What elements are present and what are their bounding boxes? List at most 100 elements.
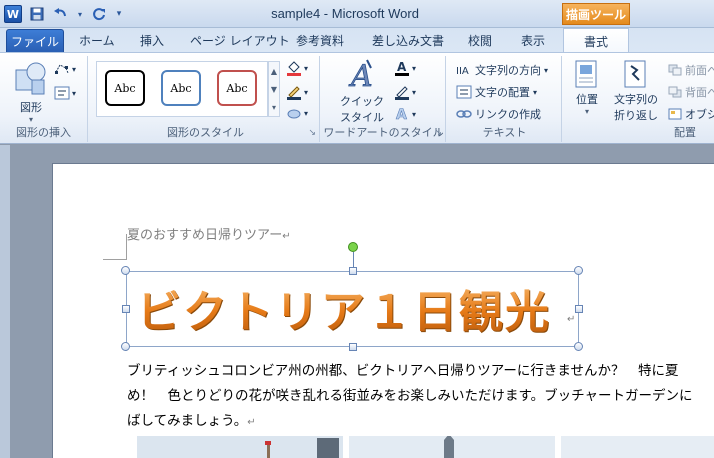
send-backward-button[interactable]: 背面へ	[668, 84, 714, 100]
text-direction-button[interactable]: IIA 文字列の方向 ▾	[456, 62, 548, 78]
text-effects-icon: A	[396, 107, 408, 122]
wrap-text-icon	[624, 60, 646, 88]
tab-view[interactable]: 表示	[521, 32, 545, 49]
shape-fill-dropdown-icon: ▾	[304, 63, 309, 73]
resize-handle-bottom-left[interactable]	[121, 342, 130, 351]
margin-crop-mark	[103, 234, 127, 260]
create-link-button[interactable]: リンクの作成	[456, 106, 541, 122]
rotation-handle[interactable]	[348, 242, 358, 252]
shape-effects-dropdown-icon: ▾	[304, 108, 309, 118]
text-fill-button[interactable]: A ▾	[394, 60, 416, 76]
photo-1[interactable]	[137, 436, 343, 458]
align-text-label: 文字の配置	[475, 86, 530, 99]
edit-shape-dropdown-icon: ▾	[72, 64, 77, 74]
edit-points-icon	[55, 64, 69, 74]
shape-styles-group-label: 図形のスタイル	[167, 126, 244, 139]
quick-styles-label-2: スタイル	[340, 111, 384, 124]
gallery-scroll-down-icon[interactable]: ▼	[271, 85, 277, 94]
tab-file[interactable]: ファイル	[6, 29, 64, 52]
position-label: 位置	[576, 93, 598, 106]
resize-handle-bottom-right[interactable]	[574, 342, 583, 351]
shapes-label: 図形	[20, 101, 42, 114]
shape-styles-dialog-launcher[interactable]: ↘	[308, 128, 316, 138]
bring-forward-button[interactable]: 前面へ	[668, 62, 714, 78]
tab-format[interactable]: 書式	[563, 28, 629, 53]
paragraph-line-2[interactable]: め！ 色とりどりの花が咲き乱れる街並みをお楽しみいただけます。ブッチャートガーデ…	[127, 384, 693, 404]
quick-styles-button[interactable]: A クイック スタイル	[340, 58, 384, 125]
wrap-text-label-2: 折り返し	[614, 109, 658, 122]
group-insert-shapes: 図形 ▾ ▾ ▾ 図形の挿入	[0, 56, 88, 142]
shape-effects-button[interactable]: ▾	[286, 106, 308, 120]
heading-paragraph-mark: ↵	[282, 231, 291, 242]
edit-shape-button[interactable]: ▾	[54, 62, 76, 76]
shape-outline-dropdown-icon: ▾	[304, 87, 309, 97]
pen-outline-icon	[287, 86, 301, 100]
paint-bucket-icon	[287, 61, 301, 76]
paragraph-line-1[interactable]: ブリティッシュコロンビア州の州都、ビクトリアへ日帰りツアーに行きませんか？ 特に…	[127, 359, 678, 379]
photo-3[interactable]	[561, 436, 714, 458]
shape-style-gallery-scroll[interactable]: ▲ ▼ ▾	[268, 61, 280, 117]
tab-review[interactable]: 校閲	[468, 32, 492, 49]
group-shape-styles: Abc Abc Abc ▲ ▼ ▾ ▾ ▾ ▾ 図形のスタイル ↘	[92, 56, 320, 142]
shape-style-2[interactable]: Abc	[161, 70, 201, 106]
group-text: IIA 文字列の方向 ▾ 文字の配置 ▾ リンクの作成 テキスト	[448, 56, 562, 142]
insert-shapes-group-label: 図形の挿入	[16, 126, 71, 139]
arrange-group-label: 配置	[674, 126, 696, 139]
rotation-handle-line	[353, 252, 354, 268]
photo-3-image	[561, 436, 714, 458]
wordart-styles-group-label: ワードアートのスタイル	[323, 126, 444, 139]
resize-handle-top[interactable]	[349, 267, 357, 275]
photo-2[interactable]	[349, 434, 555, 458]
text-box-dropdown-icon: ▾	[72, 88, 77, 98]
resize-handle-left[interactable]	[122, 305, 130, 313]
send-backward-icon	[668, 86, 682, 98]
tab-mailings[interactable]: 差し込み文書	[372, 32, 444, 49]
bring-forward-label: 前面へ	[685, 64, 714, 77]
selection-pane-button[interactable]: オブジ	[668, 106, 714, 122]
group-arrange: 位置 ▾ 文字列の 折り返し 前面へ 背面へ オブジ 配置	[564, 56, 714, 142]
document-heading[interactable]: 夏のおすすめ日帰りツアー↵	[127, 224, 291, 243]
text-direction-icon: IIA	[456, 66, 469, 77]
shape-style-1[interactable]: Abc	[105, 70, 145, 106]
shape-effects-icon	[287, 109, 301, 119]
wrap-text-label-1: 文字列の	[614, 93, 658, 106]
wrap-text-button[interactable]: 文字列の 折り返し	[614, 60, 658, 123]
wordart-title[interactable]: ビクトリア１日観光	[137, 276, 551, 340]
text-effects-button[interactable]: A ▾	[394, 106, 416, 122]
align-text-icon	[456, 85, 472, 99]
resize-handle-top-right[interactable]	[574, 266, 583, 275]
align-text-dropdown-icon: ▾	[533, 87, 538, 97]
text-outline-dropdown-icon: ▾	[412, 87, 417, 97]
shapes-button[interactable]: 図形 ▾	[14, 60, 48, 124]
send-backward-label: 背面へ	[685, 86, 714, 99]
resize-handle-top-left[interactable]	[121, 266, 130, 275]
text-fill-dropdown-icon: ▾	[412, 63, 417, 73]
ribbon: 図形 ▾ ▾ ▾ 図形の挿入 Abc Abc Abc ▲ ▼ ▾ ▾ ▾ ▾ 図…	[0, 52, 714, 144]
tab-page-layout[interactable]: ページ レイアウト	[190, 32, 290, 49]
gallery-more-icon[interactable]: ▾	[272, 103, 276, 112]
heading-text: 夏のおすすめ日帰りツアー	[127, 228, 283, 243]
selection-pane-label: オブジ	[685, 108, 714, 121]
wordart-styles-dialog-launcher[interactable]: ↘	[434, 128, 442, 138]
position-dropdown-icon: ▾	[584, 107, 589, 116]
tab-references[interactable]: 参考資料	[296, 32, 344, 49]
paragraph-line-3[interactable]: ばしてみましょう。↵	[127, 409, 256, 429]
align-text-button[interactable]: 文字の配置 ▾	[456, 84, 537, 100]
text-outline-button[interactable]: ▾	[394, 84, 416, 100]
gallery-scroll-up-icon[interactable]: ▲	[271, 67, 277, 76]
shape-fill-button[interactable]: ▾	[286, 60, 308, 76]
tab-insert[interactable]: 挿入	[140, 32, 164, 49]
resize-handle-bottom[interactable]	[349, 343, 357, 351]
shape-style-3[interactable]: Abc	[217, 70, 257, 106]
position-button[interactable]: 位置 ▾	[574, 60, 600, 116]
shape-outline-button[interactable]: ▾	[286, 84, 308, 100]
tab-home[interactable]: ホーム	[79, 32, 115, 49]
shapes-icon	[15, 62, 46, 95]
wordart-a-icon: A	[348, 59, 373, 95]
drawing-tools-header: 描画ツール	[562, 3, 630, 25]
resize-handle-right[interactable]	[575, 305, 583, 313]
document-page[interactable]: 夏のおすすめ日帰りツアー↵ ビクトリア１日観光 ↵ ブリティッシュコロンビア州の…	[52, 163, 714, 458]
svg-text:IIA: IIA	[456, 66, 469, 77]
text-box-button[interactable]: ▾	[54, 86, 76, 100]
text-effects-dropdown-icon: ▾	[412, 109, 417, 119]
